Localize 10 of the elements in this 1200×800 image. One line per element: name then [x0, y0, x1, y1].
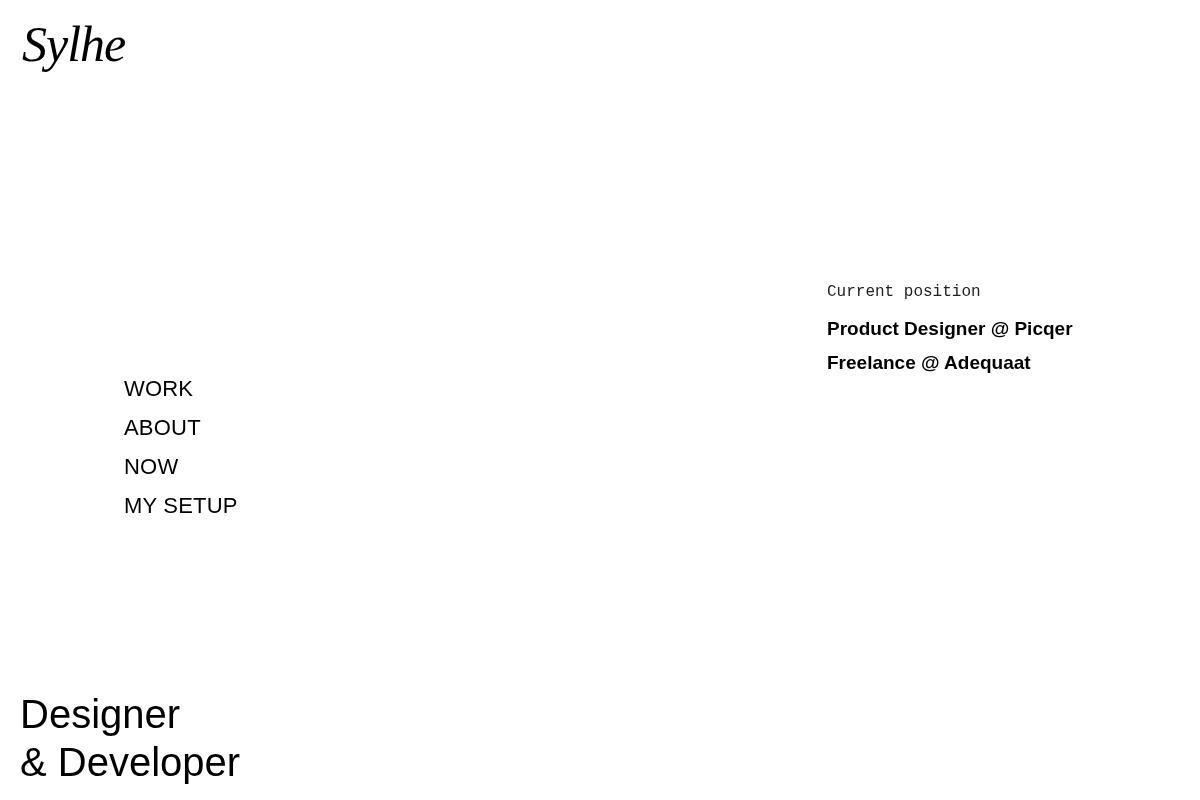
nav-link[interactable]: MY SETUP [124, 486, 238, 525]
nav-link[interactable]: ABOUT [124, 408, 238, 447]
nav-link[interactable]: WORK [124, 369, 238, 408]
position-text: Freelance @ Adequaat [827, 351, 1032, 375]
position-text: Product Designer @ Picqer [827, 317, 1074, 341]
headline-text: & Developer [20, 739, 241, 786]
section-label: Current position [827, 282, 982, 302]
nav-link[interactable]: NOW [124, 447, 238, 486]
headline-text: Designer [20, 691, 181, 738]
signature-logo[interactable]: Sylhe [20, 14, 126, 74]
